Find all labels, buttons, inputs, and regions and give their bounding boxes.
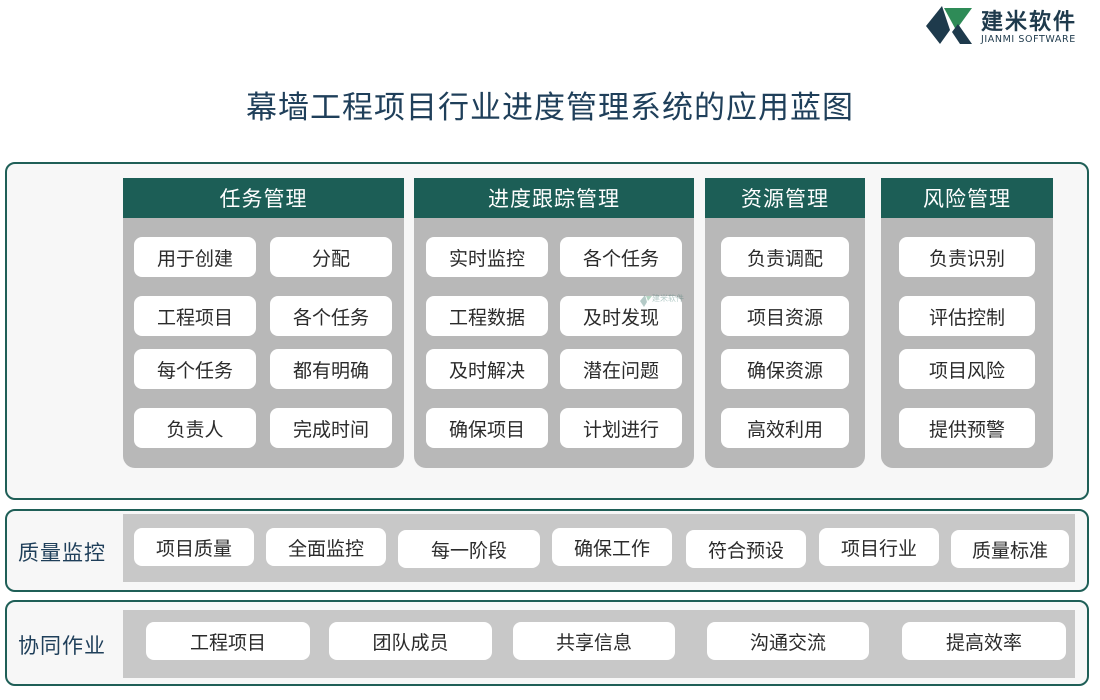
module-item: 都有明确: [270, 349, 392, 389]
brand-logo: 建米软件 JIANMI SOFTWARE: [918, 2, 1100, 46]
collab-item: 共享信息: [513, 622, 675, 660]
module-resource-management: 资源管理 负责调配 项目资源 确保资源 高效利用: [705, 178, 865, 468]
module-item: 确保项目: [426, 408, 548, 448]
module-item: 确保资源: [721, 349, 849, 389]
quality-item: 质量标准: [951, 530, 1069, 568]
page-title: 幕墙工程项目行业进度管理系统的应用蓝图: [246, 90, 854, 126]
module-item: 项目风险: [899, 349, 1035, 389]
collab-item: 沟通交流: [707, 622, 869, 660]
logo-name: 建米软件: [981, 10, 1078, 35]
module-item: 分配: [270, 237, 392, 277]
module-title: 进度跟踪管理: [414, 178, 694, 218]
quality-item: 项目行业: [819, 528, 939, 566]
quality-item: 符合预设: [686, 530, 806, 568]
module-item: 工程项目: [134, 296, 256, 336]
module-item: 项目资源: [721, 296, 849, 336]
module-item: 计划进行: [560, 408, 682, 448]
module-task-management: 任务管理 用于创建 分配 工程项目 各个任务 每个任务 都有明确 负责人 完成时…: [123, 178, 404, 468]
logo-subtitle: JIANMI SOFTWARE: [981, 34, 1076, 45]
module-item: 提供预警: [899, 408, 1035, 448]
quality-item: 每一阶段: [398, 530, 540, 568]
module-item: 负责调配: [721, 237, 849, 277]
module-item: 用于创建: [134, 237, 256, 277]
module-title: 风险管理: [881, 178, 1053, 218]
module-title: 任务管理: [123, 178, 404, 218]
module-item: 实时监控: [426, 237, 548, 277]
module-item: 完成时间: [270, 408, 392, 448]
logo-mark-icon: [926, 6, 972, 44]
quality-item: 确保工作: [552, 528, 672, 566]
module-item: 负责人: [134, 408, 256, 448]
quality-label: 质量监控: [18, 541, 106, 565]
collab-item: 工程项目: [146, 622, 310, 660]
module-item: 负责识别: [899, 237, 1035, 277]
module-item: 及时解决: [426, 349, 548, 389]
module-risk-management: 风险管理 负责识别 评估控制 项目风险 提供预警: [881, 178, 1053, 468]
collab-label: 协同作业: [18, 634, 106, 658]
module-item: 各个任务: [270, 296, 392, 336]
module-item: 高效利用: [721, 408, 849, 448]
quality-item: 项目质量: [134, 528, 254, 566]
module-progress-tracking: 进度跟踪管理 实时监控 各个任务 工程数据 及时发现 及时解决 潜在问题 确保项…: [414, 178, 694, 468]
module-item: 评估控制: [899, 296, 1035, 336]
module-item: 各个任务: [560, 237, 682, 277]
module-title: 资源管理: [705, 178, 865, 218]
collab-item: 提高效率: [902, 622, 1066, 660]
quality-item: 全面监控: [266, 528, 386, 566]
module-item: 及时发现: [560, 296, 682, 336]
module-item: 潜在问题: [560, 349, 682, 389]
collab-item: 团队成员: [329, 622, 492, 660]
module-item: 每个任务: [134, 349, 256, 389]
module-item: 工程数据: [426, 296, 548, 336]
